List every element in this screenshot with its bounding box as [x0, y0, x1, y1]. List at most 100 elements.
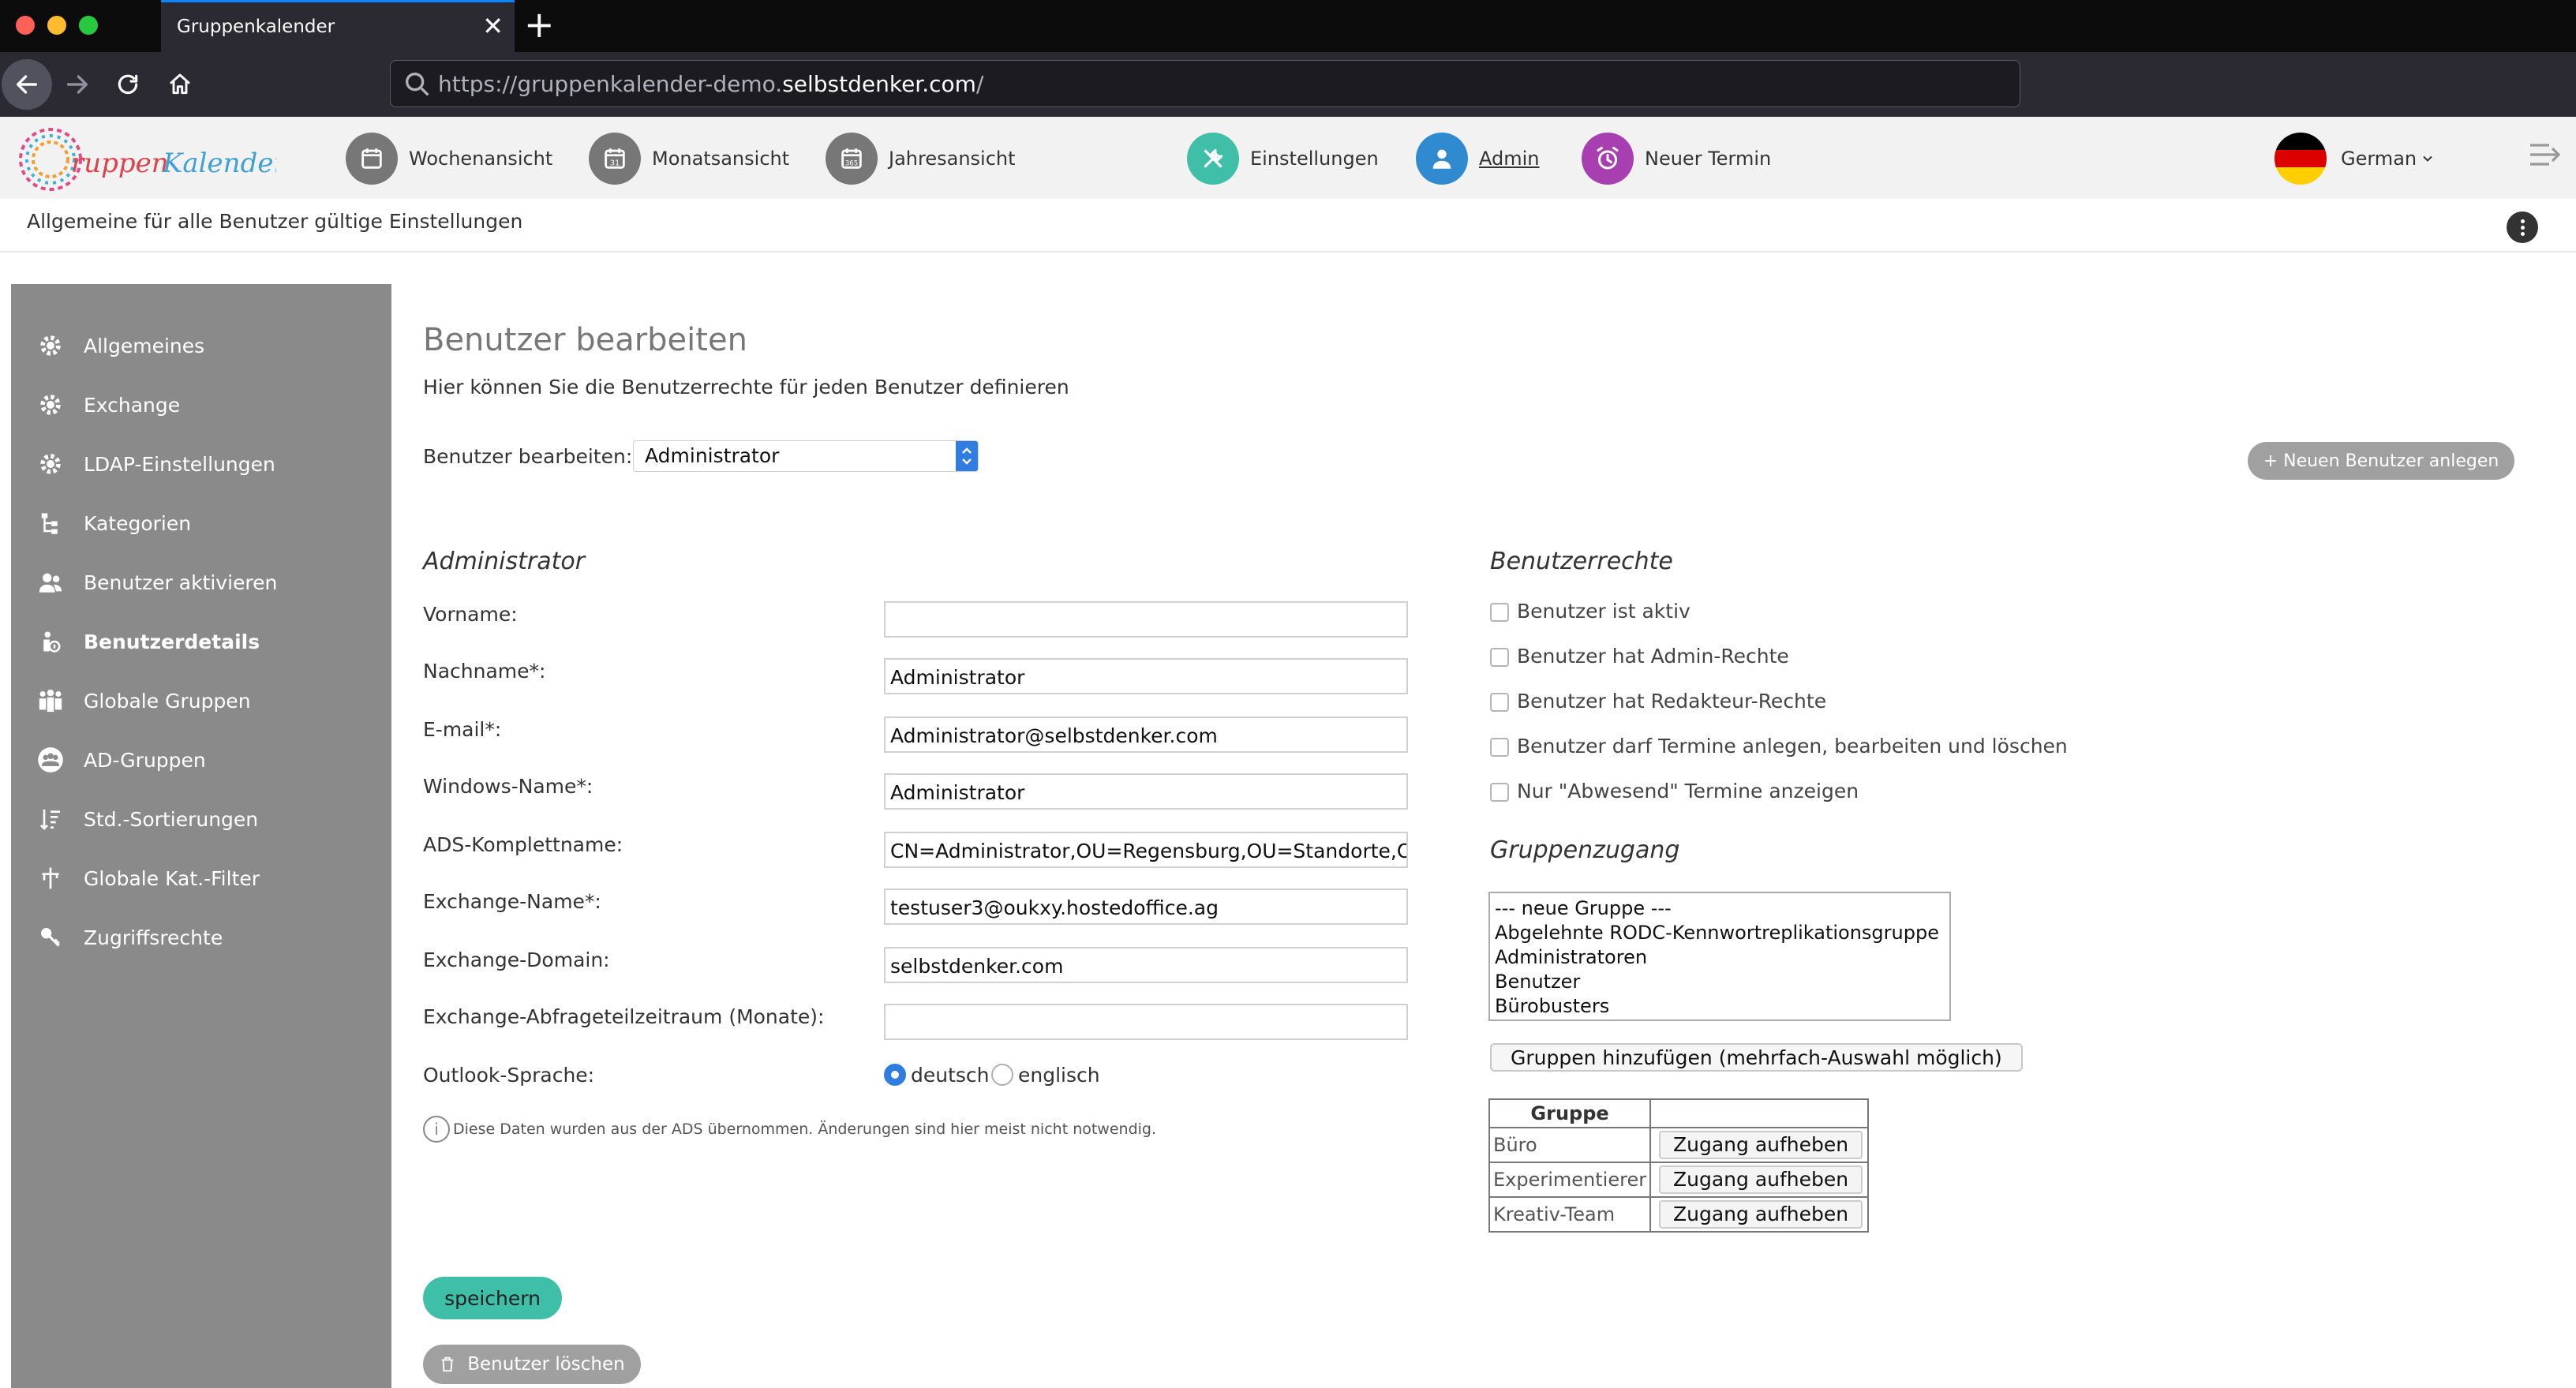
- browser-tab[interactable]: Gruppenkalender ✕: [161, 0, 515, 52]
- svg-text:Kalender: Kalender: [162, 148, 276, 179]
- list-item[interactable]: Bürobusters: [1495, 994, 1945, 1019]
- email-label: E-mail*:: [423, 718, 502, 741]
- new-tab-icon[interactable]: +: [524, 5, 555, 44]
- app-logo[interactable]: ruppen Kalender: [16, 123, 287, 194]
- home-icon[interactable]: [155, 59, 205, 110]
- checkbox-manage-events[interactable]: [1490, 738, 1509, 757]
- main-content: Benutzer bearbeiten Hier können Sie die …: [423, 284, 2554, 1388]
- tools-icon: [1187, 133, 1239, 185]
- sidebar-item-std-sortierungen[interactable]: Std.-Sortierungen: [33, 795, 258, 843]
- checkbox-user-active[interactable]: [1490, 603, 1509, 622]
- group-table: Gruppe Büro Zugang aufheben Experimentie…: [1488, 1098, 1870, 1233]
- url-bar[interactable]: https://gruppenkalender-demo.selbstdenke…: [390, 60, 2020, 107]
- list-item[interactable]: --- neue Gruppe ---: [1495, 896, 1945, 921]
- ads-full-name-label: ADS-Komplettname:: [423, 833, 623, 856]
- sidebar-item-globale-kat-filter[interactable]: Globale Kat.-Filter: [33, 855, 260, 902]
- table-row: Kreativ-Team Zugang aufheben: [1488, 1196, 1870, 1233]
- url-text: https://gruppenkalender-demo.selbstdenke…: [438, 71, 984, 97]
- revoke-access-button[interactable]: Zugang aufheben: [1659, 1131, 1863, 1159]
- browser-navbar: https://gruppenkalender-demo.selbstdenke…: [0, 52, 2576, 117]
- form-title: Administrator: [423, 548, 586, 575]
- sidebar-item-allgemeines[interactable]: Allgemeines: [33, 322, 204, 369]
- exchange-domain-label: Exchange-Domain:: [423, 948, 610, 971]
- sidebar-item-kategorien[interactable]: Kategorien: [33, 499, 191, 547]
- first-name-label: Vorname:: [423, 603, 518, 626]
- sidebar-item-benutzer-aktivieren[interactable]: Benutzer aktivieren: [33, 559, 277, 606]
- sidebar-item-ad-gruppen[interactable]: AD-Gruppen: [33, 736, 206, 784]
- delete-user-button[interactable]: Benutzer löschen: [423, 1345, 641, 1384]
- table-header-empty: [1649, 1098, 1870, 1128]
- revoke-access-button[interactable]: Zugang aufheben: [1659, 1165, 1863, 1194]
- language-selector[interactable]: German: [2275, 133, 2436, 185]
- group-icon: [33, 683, 68, 718]
- sidebar-item-ldap[interactable]: LDAP-Einstellungen: [33, 440, 275, 488]
- checkbox-editor-rights[interactable]: [1490, 693, 1509, 712]
- alarm-icon: [1582, 133, 1634, 185]
- group-listbox[interactable]: --- neue Gruppe --- Abgelehnte RODC-Kenn…: [1488, 892, 1951, 1021]
- forward-arrow-icon[interactable]: [52, 59, 103, 110]
- sidebar-item-zugriffsrechte[interactable]: Zugriffsrechte: [33, 914, 223, 961]
- sidebar-item-globale-gruppen[interactable]: Globale Gruppen: [33, 677, 251, 724]
- rights-title: Benutzerrechte: [1490, 548, 1673, 575]
- outlook-language-englisch-label: englisch: [1018, 1064, 1100, 1087]
- nav-year-view[interactable]: 365 Jahresansicht: [826, 133, 1016, 185]
- select-arrows-icon: [956, 441, 978, 471]
- windows-name-input[interactable]: Administrator: [884, 773, 1408, 810]
- trash-icon: [441, 1356, 454, 1372]
- subheader-text: Allgemeine für alle Benutzer gültige Ein…: [27, 210, 523, 233]
- exchange-period-input[interactable]: [884, 1004, 1408, 1040]
- browser-tabbar: Gruppenkalender ✕ +: [0, 0, 2576, 52]
- filter-icon: [33, 861, 68, 896]
- nav-week-view[interactable]: Wochenansicht: [346, 133, 552, 185]
- tab-title: Gruppenkalender: [177, 17, 335, 37]
- group-name: Büro: [1488, 1127, 1652, 1163]
- reload-icon[interactable]: [103, 59, 153, 110]
- page-title: Benutzer bearbeiten: [423, 322, 747, 358]
- group-name: Experimentierer: [1488, 1162, 1652, 1198]
- checkbox-admin-rights[interactable]: [1490, 648, 1509, 667]
- checkbox-absent-only[interactable]: [1490, 783, 1509, 802]
- exchange-domain-input[interactable]: selbstdenker.com: [884, 947, 1408, 983]
- window-maximize-button[interactable]: [79, 16, 98, 35]
- sidebar-item-exchange[interactable]: Exchange: [33, 381, 180, 428]
- nav-new-event[interactable]: Neuer Termin: [1582, 133, 1771, 185]
- tree-icon: [33, 506, 68, 541]
- nav-month-view[interactable]: 31 Monatsansicht: [589, 133, 789, 185]
- last-name-input[interactable]: Administrator: [884, 658, 1408, 694]
- new-user-button[interactable]: + Neuen Benutzer anlegen: [2248, 442, 2514, 480]
- sidebar-item-benutzerdetails[interactable]: Benutzerdetails: [33, 618, 260, 665]
- outlook-language-deutsch-radio[interactable]: [884, 1064, 906, 1086]
- table-header-row: Gruppe: [1488, 1098, 1870, 1128]
- checkbox-admin-rights-label: Benutzer hat Admin-Rechte: [1517, 645, 1789, 668]
- list-item[interactable]: Abgelehnte RODC-Kennwortreplikationsgrup…: [1495, 921, 1945, 945]
- window-close-button[interactable]: [16, 16, 35, 35]
- nav-admin[interactable]: Admin: [1416, 133, 1540, 185]
- checkbox-user-active-label: Benutzer ist aktiv: [1517, 600, 1690, 623]
- back-arrow-icon[interactable]: [2, 59, 52, 110]
- month-calendar-icon: 31: [589, 133, 641, 185]
- gear-icon: [33, 328, 68, 363]
- gear-icon: [33, 447, 68, 481]
- users-icon: [33, 565, 68, 600]
- exchange-name-input[interactable]: testuser3@oukxy.hostedoffice.ag: [884, 889, 1408, 925]
- user-select[interactable]: Administrator: [633, 440, 979, 472]
- window-minimize-button[interactable]: [47, 16, 66, 35]
- list-item[interactable]: Benutzer: [1495, 970, 1945, 994]
- add-groups-button[interactable]: Gruppen hinzufügen (mehrfach-Auswahl mög…: [1490, 1043, 2023, 1072]
- outlook-language-label: Outlook-Sprache:: [423, 1064, 595, 1087]
- ads-full-name-input[interactable]: CN=Administrator,OU=Regensburg,OU=Stando…: [884, 832, 1408, 868]
- settings-sidebar: Allgemeines Exchange LDAP-Einstellungen …: [11, 284, 391, 1388]
- tab-close-icon[interactable]: ✕: [482, 10, 504, 42]
- list-item[interactable]: Administratoren: [1495, 945, 1945, 970]
- outlook-language-englisch-radio[interactable]: [991, 1064, 1013, 1086]
- save-button[interactable]: speichern: [423, 1277, 562, 1319]
- nav-settings[interactable]: Einstellungen: [1187, 133, 1379, 185]
- email-input[interactable]: Administrator@selbstdenker.com: [884, 716, 1408, 753]
- exchange-period-label: Exchange-Abfrageteilzeitraum (Monate):: [423, 1005, 825, 1028]
- sidebar-toggle-icon[interactable]: [2525, 136, 2563, 174]
- first-name-input[interactable]: [884, 601, 1408, 638]
- last-name-label: Nachname*:: [423, 660, 546, 683]
- revoke-access-button[interactable]: Zugang aufheben: [1659, 1200, 1863, 1229]
- user-select-label: Benutzer bearbeiten:: [423, 445, 633, 468]
- more-options-icon[interactable]: [2507, 211, 2538, 243]
